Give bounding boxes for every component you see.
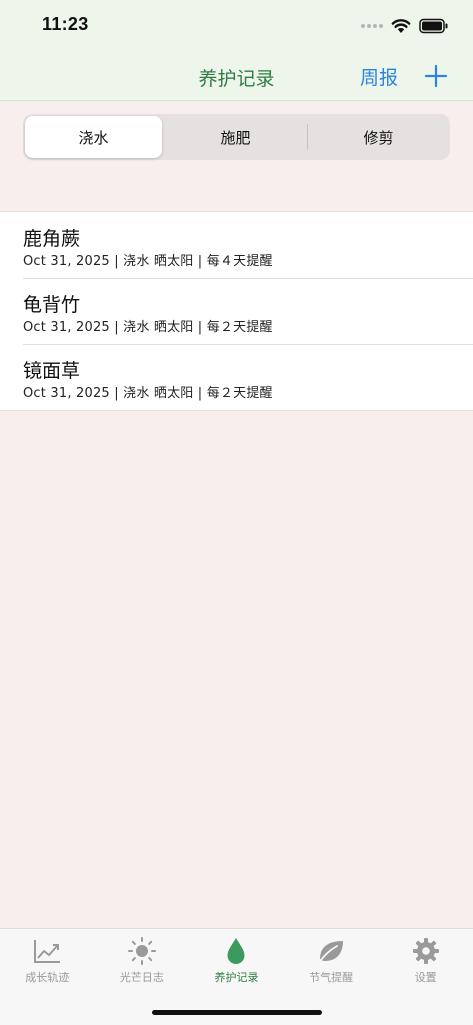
list-item[interactable]: 镜面草 Oct 31, 2025 | 浇水 晒太阳 | 每２天提醒 [0, 344, 473, 410]
plant-name: 镜面草 [23, 360, 81, 382]
segment-label: 施肥 [220, 128, 251, 147]
navigation-bar: 养护记录 周报 [0, 52, 473, 101]
segmented-control: 浇水 施肥 修剪 [23, 114, 450, 160]
tab-care-records[interactable]: 养护记录 [189, 929, 284, 989]
tab-label: 节气提醒 [309, 971, 354, 984]
drop-icon [227, 938, 245, 964]
battery-icon [419, 18, 448, 34]
record-detail: Oct 31, 2025 | 浇水 晒太阳 | 每２天提醒 [23, 320, 273, 335]
list-item[interactable]: 鹿角蕨 Oct 31, 2025 | 浇水 晒太阳 | 每４天提醒 [0, 212, 473, 278]
tab-label: 养护记录 [214, 971, 259, 984]
list-item[interactable]: 龟背竹 Oct 31, 2025 | 浇水 晒太阳 | 每２天提醒 [0, 278, 473, 344]
gear-icon [412, 938, 439, 964]
segment-pruning[interactable]: 修剪 [309, 116, 448, 158]
segment-divider [307, 124, 308, 150]
wifi-icon [391, 19, 411, 33]
plant-name: 龟背竹 [23, 294, 81, 316]
record-detail: Oct 31, 2025 | 浇水 晒太阳 | 每２天提醒 [23, 386, 273, 401]
chart-line-icon [34, 940, 61, 963]
segment-fertilizing[interactable]: 施肥 [166, 116, 305, 158]
tab-growth-track[interactable]: 成长轨迹 [0, 929, 95, 989]
record-detail: Oct 31, 2025 | 浇水 晒太阳 | 每４天提醒 [23, 254, 273, 269]
segment-label: 浇水 [78, 128, 109, 147]
plus-icon[interactable] [424, 64, 448, 88]
segment-label: 修剪 [363, 128, 394, 147]
tab-settings[interactable]: 设置 [378, 929, 473, 989]
home-indicator [152, 1010, 322, 1015]
sun-icon [127, 937, 156, 965]
tab-light-log[interactable]: 光芒日志 [95, 929, 190, 989]
tab-label: 成长轨迹 [25, 971, 70, 984]
tab-bar: 成长轨迹 光芒日志 养护记录 节气提醒 设置 [0, 928, 473, 1025]
status-icons [361, 16, 449, 36]
tab-label: 光芒日志 [119, 971, 164, 984]
segment-watering[interactable]: 浇水 [25, 116, 162, 158]
plant-name: 鹿角蕨 [23, 228, 81, 250]
page-title: 养护记录 [198, 68, 275, 90]
tab-solar-terms[interactable]: 节气提醒 [284, 929, 379, 989]
status-bar: 11:23 [0, 0, 473, 52]
tab-label: 设置 [414, 971, 437, 984]
status-time: 11:23 [42, 14, 89, 34]
care-record-list: 鹿角蕨 Oct 31, 2025 | 浇水 晒太阳 | 每４天提醒 龟背竹 Oc… [0, 211, 473, 411]
weekly-report-button[interactable]: 周报 [360, 63, 398, 90]
cellular-signal-icon [361, 24, 383, 28]
leaf-icon [318, 941, 344, 964]
